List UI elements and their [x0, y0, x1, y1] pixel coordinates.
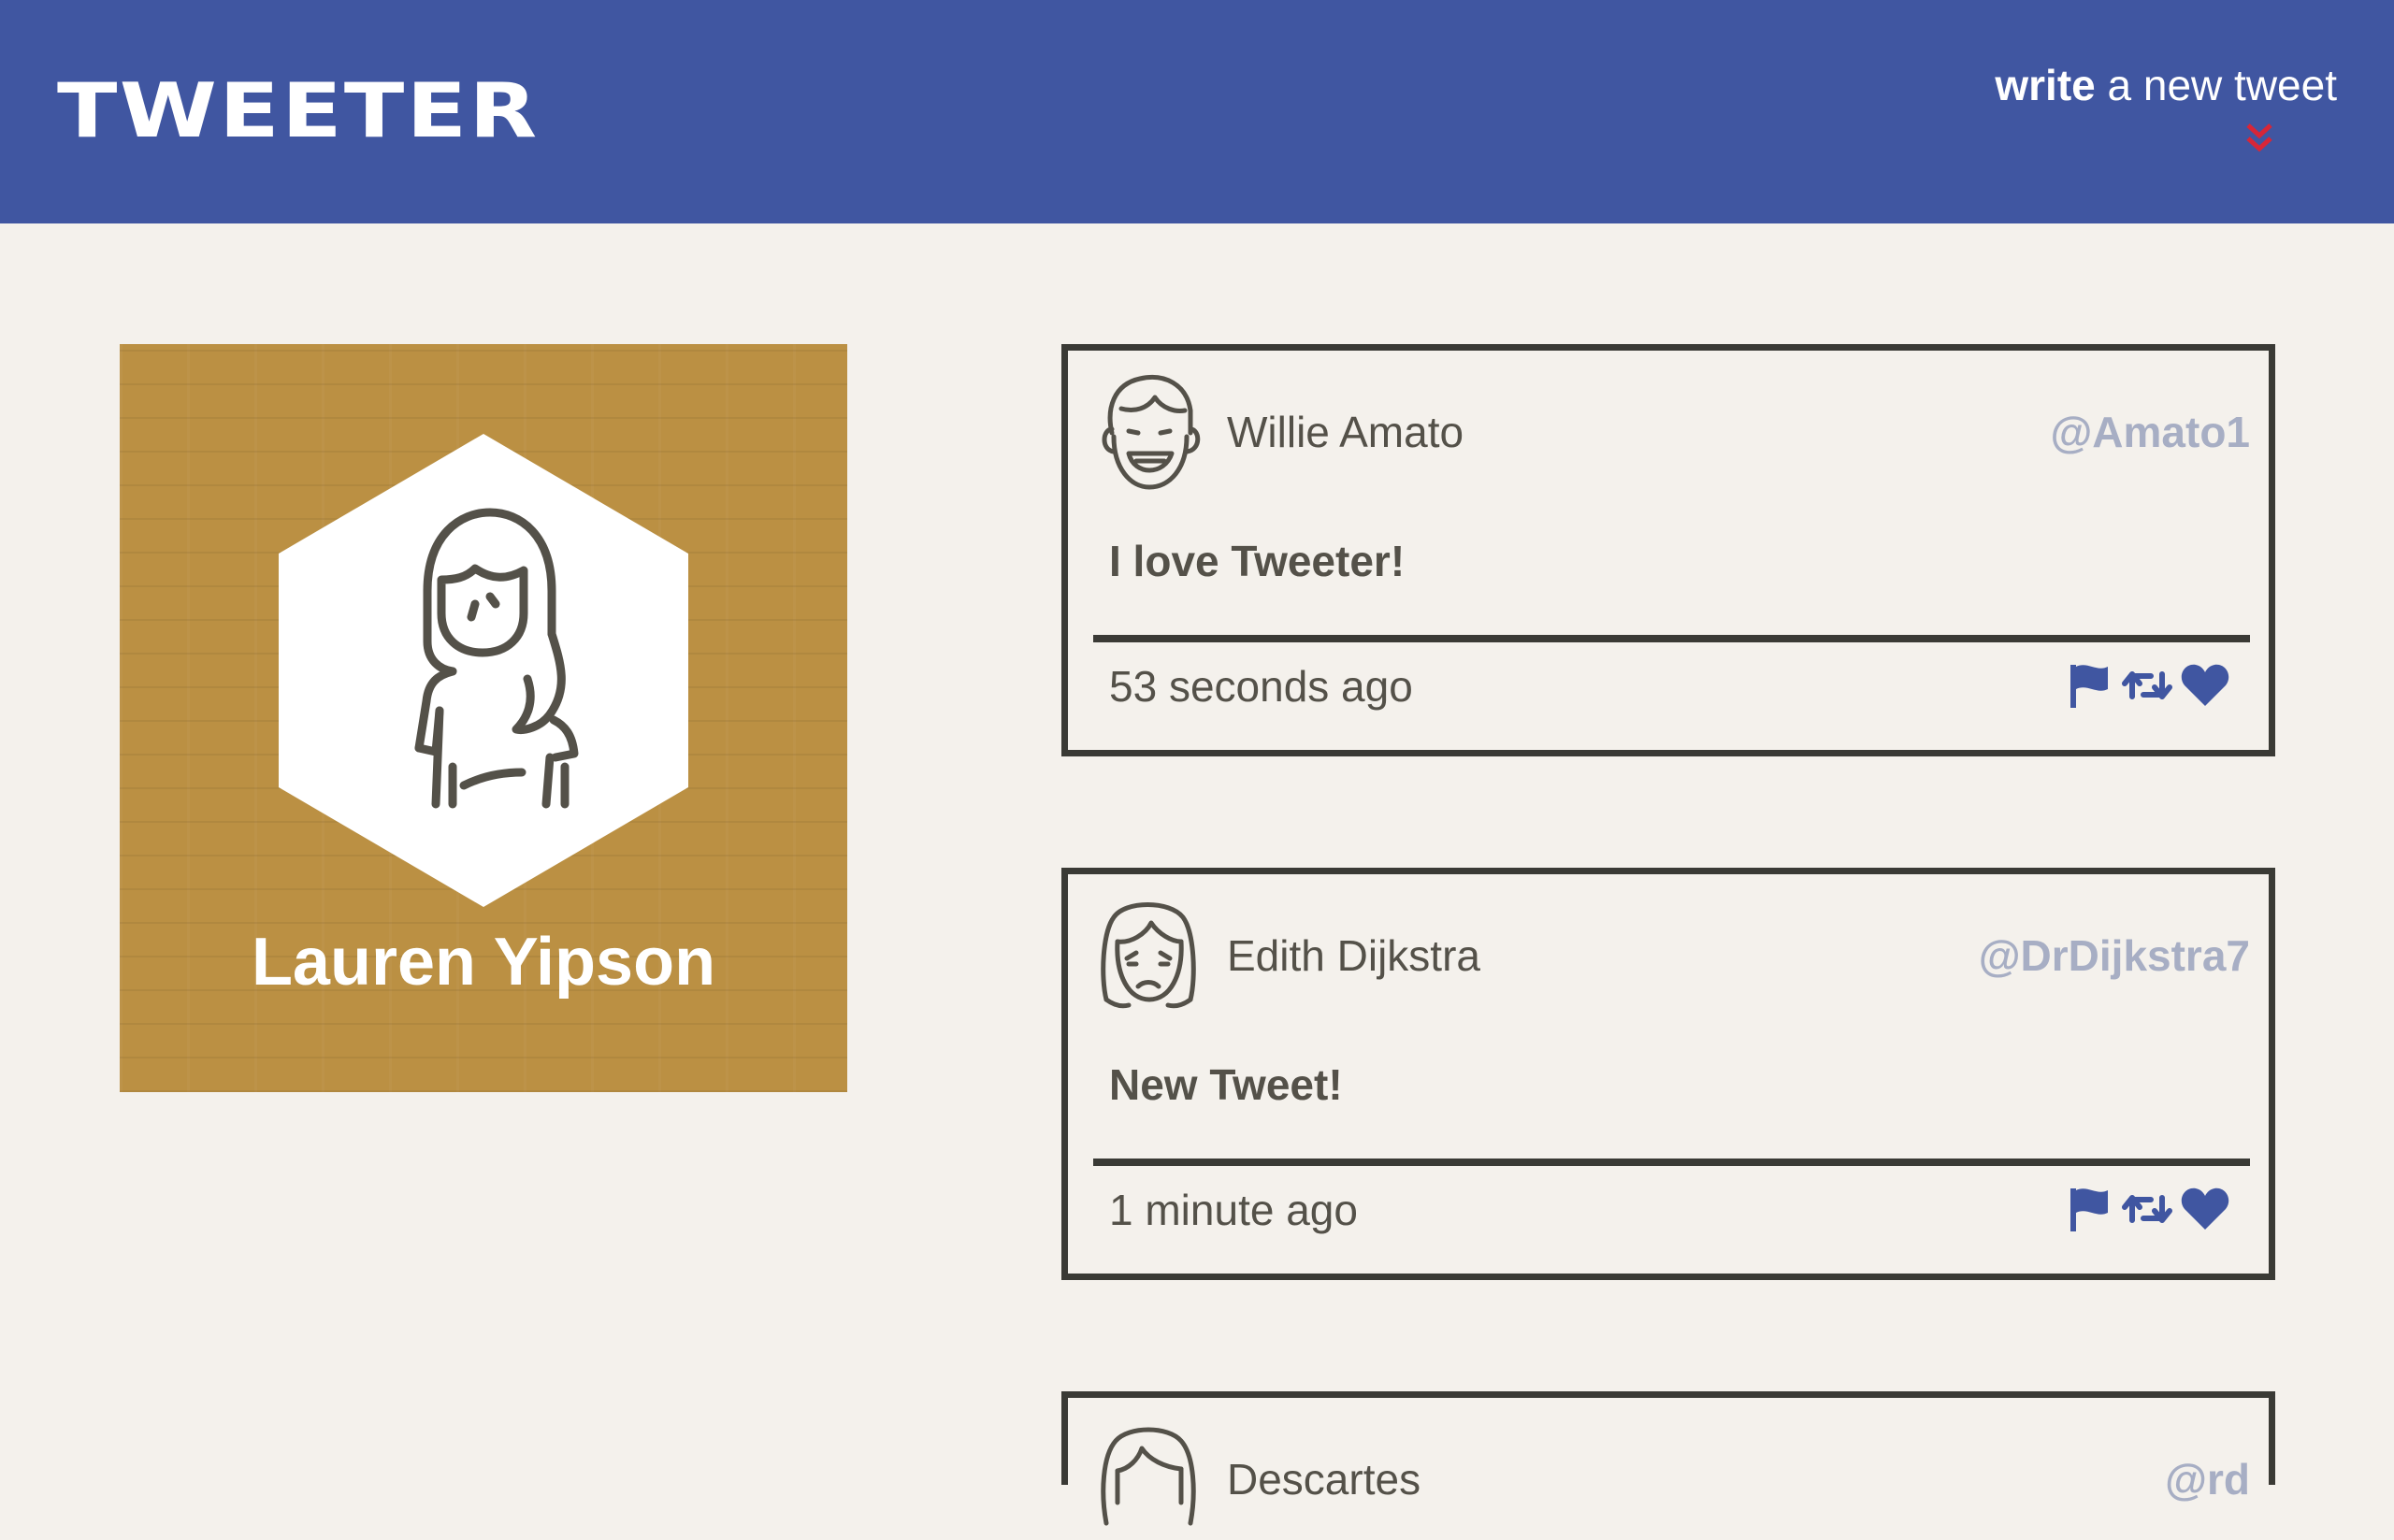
retweet-icon[interactable]	[2121, 1183, 2173, 1235]
tweet-card: Descartes @rd	[1061, 1391, 2275, 1526]
compose-label-strong: write	[1995, 61, 2096, 109]
tweet-timestamp: 53 seconds ago	[1109, 662, 1413, 711]
sad-woman-icon	[1101, 902, 1196, 1009]
tweet-card: Willie Amato @Amato1 I love Tweeter! 53 …	[1061, 344, 2275, 756]
compose-label-rest: a new tweet	[2095, 61, 2338, 109]
tweet-text: New Tweet!	[1109, 1060, 1343, 1109]
tweet-author-handle: @rd	[2165, 1455, 2250, 1504]
tweet-card: Edith Dijkstra @DrDijkstra7 New Tweet! 1…	[1061, 868, 2275, 1280]
tweet-author-name: Descartes	[1227, 1455, 1421, 1504]
heart-icon[interactable]	[2179, 659, 2231, 712]
laughing-man-icon	[1102, 375, 1201, 490]
tweet-actions	[2063, 1183, 2231, 1235]
profile-avatar	[279, 434, 688, 907]
tweet-author-handle: @Amato1	[2050, 408, 2250, 456]
navbar: TWEETER write a new tweet	[0, 0, 2394, 223]
tweet-actions	[2063, 659, 2231, 712]
woman-bangs-icon	[1101, 1427, 1196, 1526]
profile-name: Lauren Yipson	[251, 925, 716, 1000]
tweet-author-handle: @DrDijkstra7	[1978, 931, 2250, 980]
compose-tweet-toggle[interactable]: write a new tweet	[1963, 60, 2337, 110]
tweet-timestamp: 1 minute ago	[1109, 1186, 1358, 1234]
tweet-divider	[1093, 1159, 2250, 1166]
flag-icon[interactable]	[2063, 1183, 2115, 1235]
tweet-text: I love Tweeter!	[1109, 537, 1406, 585]
tweet-divider	[1093, 635, 2250, 642]
tweet-author-name: Edith Dijkstra	[1227, 931, 1480, 980]
tweet-author-name: Willie Amato	[1227, 408, 1464, 456]
profile-card: Lauren Yipson	[120, 344, 847, 1092]
heart-icon[interactable]	[2179, 1183, 2231, 1235]
compose-label[interactable]: write a new tweet	[1963, 60, 2337, 110]
retweet-icon[interactable]	[2121, 659, 2173, 712]
double-chevron-down-icon[interactable]	[2241, 120, 2278, 157]
flag-icon[interactable]	[2063, 659, 2115, 712]
brand-logo[interactable]: TWEETER	[57, 67, 540, 154]
